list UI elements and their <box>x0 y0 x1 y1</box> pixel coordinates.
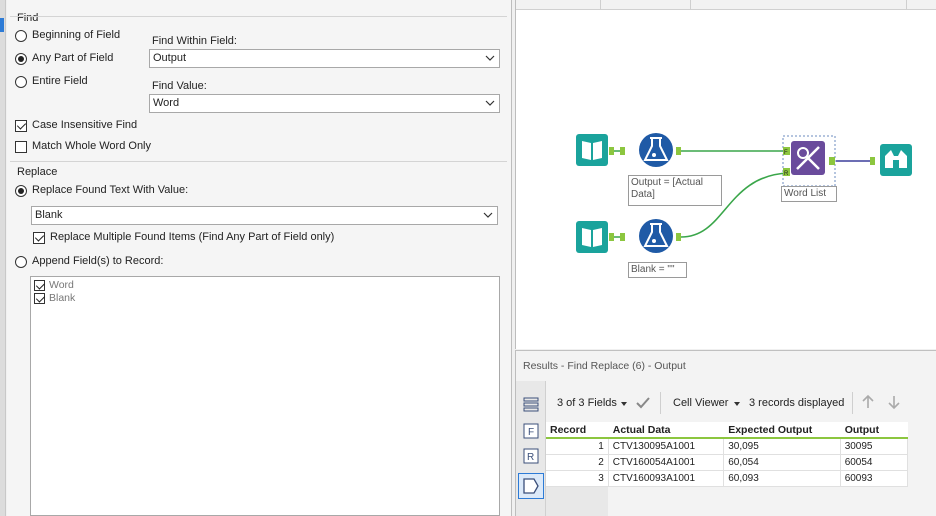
svg-text:F: F <box>528 427 534 438</box>
checkmark-icon[interactable] <box>635 395 651 411</box>
anchor-r-label: R <box>784 171 789 177</box>
column-header-expected-output[interactable]: Expected Output <box>723 422 841 439</box>
cell-output[interactable]: 60054 <box>839 453 909 471</box>
formula1-caption: Output = [Actual Data] <box>628 175 722 206</box>
cell-viewer-button[interactable]: Cell Viewer <box>673 397 728 409</box>
table-row[interactable]: 2 CTV160054A1001 60,054 60054 <box>546 453 909 471</box>
chevron-down-icon <box>483 212 493 218</box>
cell-output[interactable]: 60093 <box>839 469 909 487</box>
anchor-f-label: F <box>784 150 788 156</box>
cell-actual-data[interactable]: CTV130095A1001 <box>607 437 725 455</box>
chevron-down-icon <box>485 55 495 61</box>
replace-value-value: Blank <box>35 209 63 221</box>
formula2-caption: Blank = "" <box>628 262 687 278</box>
cell-expected-output[interactable]: 60,054 <box>723 453 841 471</box>
workflow-canvas[interactable]: F R Output = [Actual Data] Blank = "" Wo… <box>515 0 936 349</box>
replace-divider <box>10 161 507 162</box>
active-tab-indicator[interactable] <box>0 18 4 32</box>
results-title: Results - Find Replace (6) - Output <box>523 360 686 372</box>
cell-viewer-dropdown-icon[interactable] <box>734 402 740 406</box>
input-data-tool-2 <box>576 221 614 253</box>
arrow-down-icon[interactable] <box>886 394 902 410</box>
find-divider <box>10 16 507 17</box>
results-toolbar: 3 of 3 Fields Cell Viewer 3 records disp… <box>546 381 936 425</box>
svg-text:R: R <box>527 452 534 463</box>
find-value-dropdown[interactable]: Word <box>149 94 500 113</box>
canvas-tab-strip <box>516 0 936 10</box>
cell-expected-output[interactable]: 60,093 <box>723 469 841 487</box>
fields-dropdown-icon[interactable] <box>621 402 627 406</box>
find-replace-tool: F R <box>782 135 836 187</box>
chevron-down-icon <box>485 100 495 106</box>
toolbar-separator <box>660 392 661 414</box>
cell-output[interactable]: 30095 <box>839 437 909 455</box>
cell-expected-output[interactable]: 30,095 <box>723 437 841 455</box>
browse-tool <box>870 144 912 176</box>
cell-actual-data[interactable]: CTV160054A1001 <box>607 453 725 471</box>
column-header-actual-data[interactable]: Actual Data <box>608 422 725 439</box>
data-view-icon[interactable] <box>518 473 544 499</box>
field-metadata-icon[interactable]: F <box>521 421 541 441</box>
workflow-diagram: F R <box>576 133 912 253</box>
records-displayed: 3 records displayed <box>749 397 845 409</box>
connector-input-to-formula <box>612 150 620 238</box>
grid-header-row: Record Actual Data Expected Output Outpu… <box>546 422 909 439</box>
column-header-record[interactable]: Record <box>546 422 609 439</box>
fields-selector[interactable]: 3 of 3 Fields <box>557 397 617 409</box>
find-within-field-dropdown[interactable]: Output <box>149 49 500 68</box>
replace-value-dropdown[interactable]: Blank <box>31 206 498 225</box>
input-data-tool-1 <box>576 134 614 166</box>
table-view-icon[interactable] <box>521 395 541 415</box>
formula-tool-2 <box>620 219 681 253</box>
find-value-label: Find Value: <box>152 80 207 92</box>
find-within-field-label: Find Within Field: <box>152 35 237 47</box>
toolbar-separator <box>852 392 853 414</box>
replace-section-title: Replace <box>17 166 58 178</box>
left-toolbar-strip <box>0 0 6 516</box>
column-header-output[interactable]: Output <box>840 422 909 439</box>
find-section-title: Find <box>17 12 39 24</box>
record-number: 3 <box>546 469 609 487</box>
find-within-field-value: Output <box>153 52 187 64</box>
results-grid: Record Actual Data Expected Output Outpu… <box>546 422 909 487</box>
find-replace-caption: Word List <box>781 186 837 202</box>
arrow-up-icon[interactable] <box>860 394 876 410</box>
append-fields-list: Word Blank <box>30 276 500 516</box>
record-number: 1 <box>546 437 609 455</box>
formula-tool-1 <box>620 133 681 167</box>
results-side-toolbar: F R <box>516 381 546 516</box>
find-value-value: Word <box>153 97 180 109</box>
record-number: 2 <box>546 453 609 471</box>
record-view-icon[interactable]: R <box>521 446 541 466</box>
table-row[interactable]: 3 CTV160093A1001 60,093 60093 <box>546 469 909 487</box>
table-row[interactable]: 1 CTV130095A1001 30,095 30095 <box>546 437 909 455</box>
cell-actual-data[interactable]: CTV160093A1001 <box>607 469 725 487</box>
